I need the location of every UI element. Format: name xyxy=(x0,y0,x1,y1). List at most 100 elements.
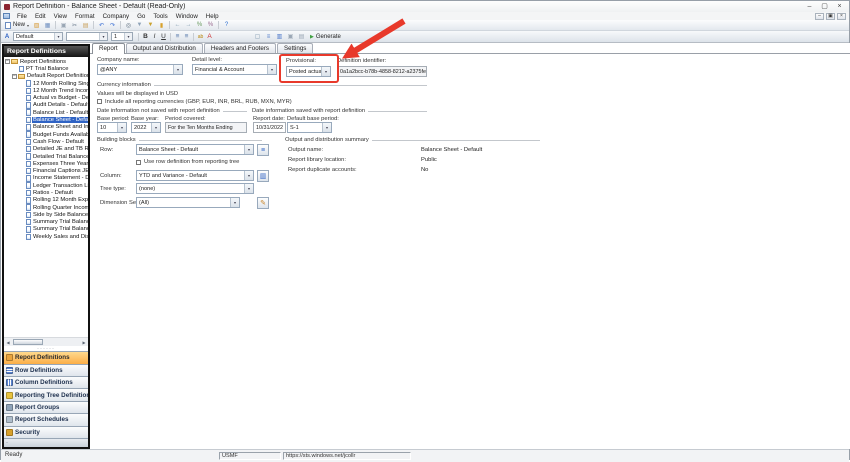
back-icon[interactable]: ← xyxy=(173,21,182,30)
tab-output-and-distribution[interactable]: Output and Distribution xyxy=(126,43,203,53)
menu-item[interactable]: Format xyxy=(71,13,99,20)
menu-item[interactable]: File xyxy=(13,13,31,20)
menu-item[interactable]: Edit xyxy=(31,13,50,20)
tree-item[interactable]: Ledger Transaction List xyxy=(4,182,88,189)
menu-item[interactable]: Window xyxy=(172,13,202,20)
close-icon[interactable]: × xyxy=(832,2,847,12)
scroll-left-icon[interactable] xyxy=(4,340,12,345)
collapse-icon[interactable] xyxy=(5,59,10,64)
tree-item[interactable]: Detailed Trial Balance - xyxy=(4,153,88,160)
tree-item[interactable]: Budget Funds Available xyxy=(4,131,88,138)
tree-item[interactable]: Expenses Three Year C xyxy=(4,160,88,167)
tree-item[interactable]: Summary Trial Balance xyxy=(4,226,88,233)
maximize-icon[interactable]: ▢ xyxy=(817,2,832,12)
tree-item[interactable]: Rolling 12 Month Expe xyxy=(4,197,88,204)
base-period-dropdown[interactable]: 10 xyxy=(97,122,127,133)
underline-button[interactable]: U xyxy=(159,33,168,40)
chevron-down-icon[interactable] xyxy=(322,123,331,132)
chevron-down-icon[interactable] xyxy=(173,65,182,74)
chevron-down-icon[interactable] xyxy=(244,145,253,154)
tab-report[interactable]: Report xyxy=(92,43,125,54)
nav-report-schedules[interactable]: Report Schedules xyxy=(4,413,88,425)
view-split-icon[interactable]: ▣ xyxy=(286,32,295,41)
default-base-period-dropdown[interactable]: S-1 xyxy=(287,122,332,133)
row-definition-button[interactable]: ≡ xyxy=(257,144,269,156)
tree-item[interactable]: Actual vs Budget - Def xyxy=(4,94,88,101)
help-icon[interactable]: ? xyxy=(222,21,231,30)
tree-item[interactable]: Cash Flow - Default xyxy=(4,138,88,145)
clear-filter-icon[interactable]: ▼ xyxy=(135,21,144,30)
tree-item[interactable]: Report Definitions xyxy=(4,58,88,65)
new-button[interactable]: New ▾ xyxy=(3,22,31,29)
chevron-down-icon[interactable] xyxy=(117,123,126,132)
lock-icon[interactable]: ▮ xyxy=(157,21,166,30)
nav-report-definitions[interactable]: Report Definitions xyxy=(4,351,88,363)
view-columns-icon[interactable]: ▥ xyxy=(275,32,284,41)
cut-icon[interactable]: ✂ xyxy=(70,21,79,30)
chevron-down-icon[interactable] xyxy=(230,198,239,207)
tree-item[interactable]: Balance Sheet and Inco xyxy=(4,124,88,131)
paste-icon[interactable]: ▤ xyxy=(81,21,90,30)
view-report-icon[interactable]: ▤ xyxy=(297,32,306,41)
tree-type-dropdown[interactable]: (none) xyxy=(136,183,254,194)
highlight-color-icon[interactable]: ab xyxy=(196,34,205,40)
decrease-indent-icon[interactable]: ≡ xyxy=(173,33,182,40)
redo-icon[interactable]: ↷ xyxy=(108,21,117,30)
tree-item[interactable]: 12 Month Trend Incom xyxy=(4,87,88,94)
bold-button[interactable]: B xyxy=(141,33,150,40)
dimension-set-dropdown[interactable]: (All) xyxy=(136,197,240,208)
copy-icon[interactable]: ▣ xyxy=(59,21,68,30)
chevron-down-icon[interactable] xyxy=(124,33,132,40)
include-currencies-checkbox[interactable] xyxy=(97,99,102,104)
tree-item[interactable]: Rolling Quarter Income xyxy=(4,204,88,211)
chevron-down-icon[interactable] xyxy=(54,33,62,40)
scroll-right-icon[interactable] xyxy=(80,340,88,345)
nav-report-groups[interactable]: Report Groups xyxy=(4,401,88,413)
filter-icon[interactable]: ▼ xyxy=(146,21,155,30)
chevron-down-icon[interactable] xyxy=(151,123,160,132)
tree-item[interactable]: Weekly Sales and Disco xyxy=(4,233,88,240)
tree-item[interactable]: Balance List - Default xyxy=(4,109,88,116)
menu-item[interactable]: Help xyxy=(202,13,223,20)
font-dropdown[interactable] xyxy=(66,32,108,41)
edit-dimension-set-button[interactable]: ✎ xyxy=(257,197,269,209)
menu-item[interactable]: View xyxy=(50,13,71,20)
chevron-down-icon[interactable] xyxy=(267,65,276,74)
base-year-dropdown[interactable]: 2022 xyxy=(131,122,161,133)
report-date-field[interactable]: 10/31/2022 xyxy=(253,122,286,133)
menu-item[interactable]: Go xyxy=(133,13,149,20)
tree-item[interactable]: Side by Side Balance Sh xyxy=(4,211,88,218)
open-icon[interactable]: ▨ xyxy=(32,21,41,30)
tab-settings[interactable]: Settings xyxy=(277,43,313,53)
detail-level-dropdown[interactable]: Financial & Account xyxy=(192,64,277,75)
tree-item[interactable]: Default Report Definitions xyxy=(4,73,88,80)
nav-reporting-tree-definitions[interactable]: Reporting Tree Definitions xyxy=(4,388,88,400)
mdi-minimize-icon[interactable]: – xyxy=(815,13,824,20)
mdi-close-icon[interactable]: × xyxy=(837,13,846,20)
increase-indent-icon[interactable]: ≡ xyxy=(182,33,191,40)
company-name-dropdown[interactable]: @ANY xyxy=(97,64,183,75)
link-icon[interactable]: % xyxy=(195,21,204,30)
style-dropdown[interactable]: Default xyxy=(13,32,63,41)
tree-item[interactable]: PT Trial Balance xyxy=(4,65,88,72)
mdi-document-icon[interactable] xyxy=(3,13,10,19)
undo-icon[interactable]: ↶ xyxy=(97,21,106,30)
chevron-down-icon[interactable] xyxy=(99,33,107,40)
minimize-icon[interactable]: – xyxy=(802,2,817,12)
sidebar-overflow-strip[interactable] xyxy=(4,438,88,447)
menu-item[interactable]: Tools xyxy=(149,13,171,20)
save-icon[interactable]: ▦ xyxy=(43,21,52,30)
view-grid-icon[interactable]: ▢ xyxy=(253,32,262,41)
horizontal-scrollbar[interactable] xyxy=(4,337,88,346)
tree-item[interactable]: Income Statement - D xyxy=(4,175,88,182)
nav-security[interactable]: Security xyxy=(4,426,88,438)
mdi-restore-icon[interactable]: ▣ xyxy=(826,13,835,20)
tree-item[interactable]: Detailed JE and TB Rev xyxy=(4,146,88,153)
italic-button[interactable]: I xyxy=(150,33,159,40)
find-icon[interactable]: ◎ xyxy=(124,21,133,30)
column-dropdown[interactable]: YTD and Variance - Default xyxy=(136,170,254,181)
scrollbar-thumb[interactable] xyxy=(13,339,43,345)
collapse-icon[interactable] xyxy=(12,74,17,79)
font-color-icon[interactable]: A xyxy=(205,33,214,40)
menu-item[interactable]: Company xyxy=(99,13,133,20)
